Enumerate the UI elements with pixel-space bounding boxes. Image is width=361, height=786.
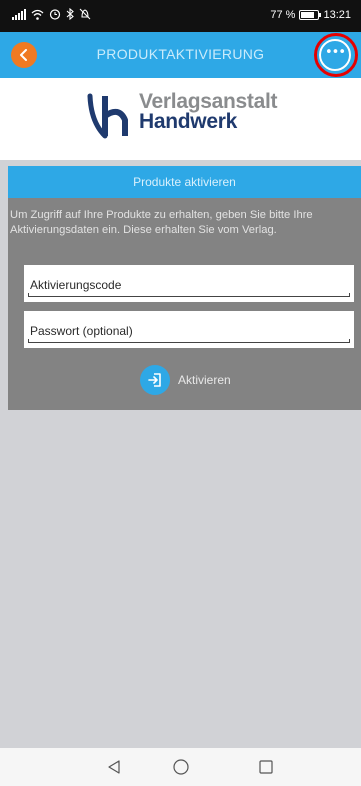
publisher-logo: Verlagsanstalt Handwerk (87, 90, 278, 140)
activate-button[interactable]: Aktivieren (140, 365, 231, 395)
password-field[interactable]: Passwort (optional) (24, 311, 354, 348)
app-header: PRODUKTAKTIVIERUNG ••• (0, 32, 361, 78)
nav-home-button[interactable] (171, 757, 191, 777)
battery-level (301, 12, 314, 18)
more-options-icon: ••• (324, 45, 346, 60)
logo-line-1: Verlagsanstalt (139, 90, 278, 113)
logo-area: Verlagsanstalt Handwerk (0, 78, 361, 160)
page-title: PRODUKTAKTIVIERUNG (96, 46, 265, 62)
alarm-icon (49, 9, 61, 20)
wifi-icon (31, 9, 44, 20)
circle-home-icon (173, 759, 189, 775)
battery-percent: 77 % (270, 9, 296, 21)
nav-back-button[interactable] (104, 757, 124, 777)
signal-icon (12, 8, 26, 20)
system-nav-bar (0, 748, 361, 786)
sign-in-icon (140, 365, 170, 395)
logo-text: Verlagsanstalt Handwerk (139, 90, 278, 133)
mute-icon (79, 8, 91, 20)
activation-code-placeholder: Aktivierungscode (30, 278, 122, 292)
triangle-back-icon (108, 760, 120, 774)
password-placeholder: Passwort (optional) (30, 324, 133, 338)
activation-form: Um Zugriff auf Ihre Produkte zu erhalten… (8, 198, 361, 410)
field-underline (28, 339, 350, 343)
status-icons (12, 8, 91, 20)
nav-recents-button[interactable] (256, 757, 276, 777)
section-title: Produkte aktivieren (8, 166, 361, 198)
back-button[interactable] (11, 42, 37, 68)
field-underline (28, 293, 350, 297)
activate-label: Aktivieren (178, 373, 231, 387)
more-options-button[interactable]: ••• (319, 39, 351, 71)
activation-code-field[interactable]: Aktivierungscode (24, 265, 354, 302)
info-text: Um Zugriff auf Ihre Produkte zu erhalten… (10, 209, 313, 236)
battery-icon (299, 10, 322, 20)
status-right: 77 % 13:21 (270, 9, 351, 21)
square-recents-icon (259, 760, 273, 774)
bluetooth-icon (66, 8, 74, 20)
status-bar: 77 % 13:21 (0, 0, 361, 32)
logo-mark-icon (87, 93, 128, 139)
logo-line-2: Handwerk (139, 109, 237, 133)
status-time: 13:21 (323, 9, 351, 21)
chevron-left-icon (20, 49, 27, 61)
